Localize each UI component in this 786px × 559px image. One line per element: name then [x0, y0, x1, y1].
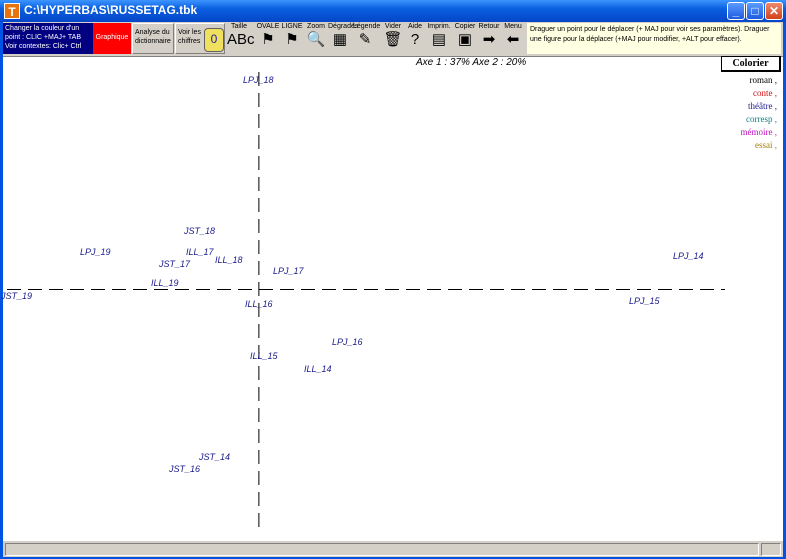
- status-panel-small: [761, 543, 781, 556]
- scatter-plot: [7, 72, 725, 532]
- legend-item: mémoire ,: [740, 127, 778, 137]
- close-button[interactable]: ✕: [765, 2, 783, 20]
- data-point[interactable]: ILL_15: [250, 351, 278, 361]
- data-point[interactable]: ILL_18: [215, 255, 243, 265]
- legend-item: corresp ,: [746, 114, 777, 124]
- data-point[interactable]: JST_17: [159, 259, 190, 269]
- client-area: Changer la couleur d'un point : CLIC +MA…: [1, 22, 783, 557]
- data-point[interactable]: JST_14: [199, 452, 230, 462]
- title-bar[interactable]: T C:\HYPERBAS\RUSSETAG.tbk _ □ ✕: [0, 0, 786, 22]
- data-point[interactable]: LPJ_18: [243, 75, 274, 85]
- legend-item: théâtre ,: [748, 101, 777, 111]
- data-point[interactable]: JST_16: [169, 464, 200, 474]
- data-point[interactable]: LPJ_14: [673, 251, 704, 261]
- window-title: C:\HYPERBAS\RUSSETAG.tbk: [24, 3, 198, 17]
- data-point[interactable]: ILL_14: [304, 364, 332, 374]
- app-icon: T: [4, 3, 20, 19]
- legend: roman , conte , théâtre , corresp , mémoire …: [741, 74, 778, 152]
- data-point[interactable]: JST_19: [1, 291, 32, 301]
- data-point[interactable]: LPJ_19: [80, 247, 111, 257]
- application-window: T C:\HYPERBAS\RUSSETAG.tbk _ □ ✕ Changer…: [0, 0, 786, 559]
- data-point[interactable]: ILL_16: [245, 299, 273, 309]
- maximize-button[interactable]: □: [746, 2, 764, 20]
- axes-percentages: Axe 1 : 37% Axe 2 : 20%: [416, 57, 527, 68]
- minimize-button[interactable]: _: [727, 2, 745, 20]
- legend-item: conte ,: [753, 88, 777, 98]
- data-point[interactable]: LPJ_16: [332, 337, 363, 347]
- data-point[interactable]: LPJ_17: [273, 266, 304, 276]
- legend-item: essai ,: [755, 140, 777, 150]
- legend-item: roman ,: [749, 75, 778, 85]
- data-point[interactable]: LPJ_15: [629, 296, 660, 306]
- status-panel: [5, 543, 759, 556]
- colorier-button[interactable]: Colorier: [721, 56, 781, 72]
- data-point[interactable]: ILL_19: [151, 278, 179, 288]
- status-bar: [3, 540, 783, 557]
- data-point[interactable]: JST_18: [184, 226, 215, 236]
- data-point[interactable]: ILL_17: [186, 247, 214, 257]
